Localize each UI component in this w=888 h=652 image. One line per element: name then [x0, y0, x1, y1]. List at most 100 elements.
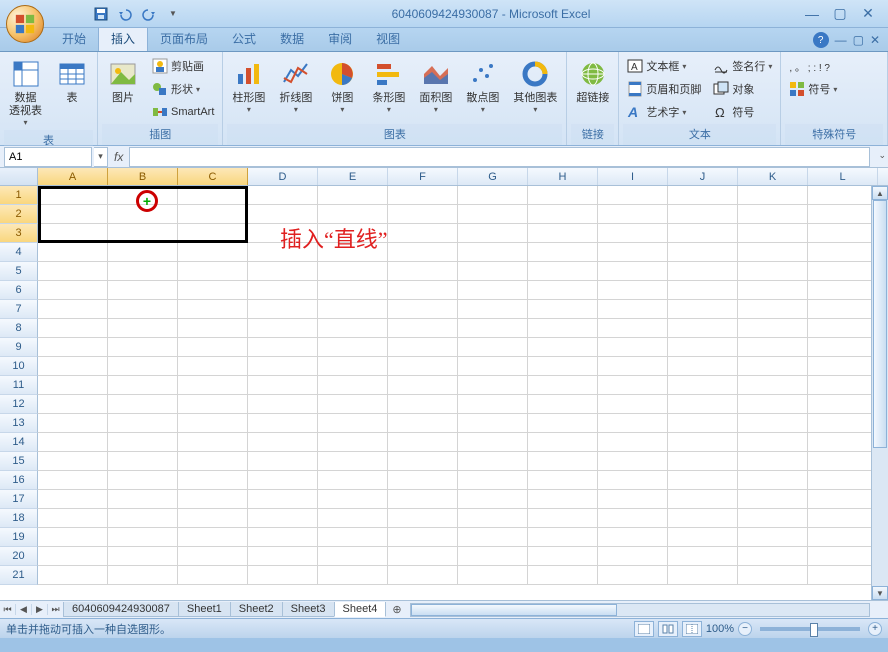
cell[interactable]	[458, 433, 528, 452]
cell[interactable]	[598, 414, 668, 433]
cell[interactable]	[668, 357, 738, 376]
row-header-5[interactable]: 5	[0, 262, 38, 281]
picture-button[interactable]: 图片	[102, 55, 144, 124]
page-break-view-button[interactable]	[682, 621, 702, 637]
cell[interactable]	[598, 281, 668, 300]
cell[interactable]	[248, 471, 318, 490]
cell[interactable]	[738, 528, 808, 547]
zoom-slider[interactable]	[760, 627, 860, 631]
tab-home[interactable]: 开始	[50, 26, 98, 51]
sheet-nav-next[interactable]: ▶	[32, 604, 48, 615]
cell[interactable]	[178, 224, 248, 243]
undo-icon[interactable]	[116, 5, 134, 23]
cell[interactable]	[528, 319, 598, 338]
cell[interactable]	[528, 186, 598, 205]
cell[interactable]	[38, 319, 108, 338]
cell[interactable]	[808, 243, 878, 262]
row-header-4[interactable]: 4	[0, 243, 38, 262]
cell[interactable]	[738, 205, 808, 224]
row-header-7[interactable]: 7	[0, 300, 38, 319]
cell[interactable]	[458, 490, 528, 509]
cell[interactable]	[668, 471, 738, 490]
symbol-button[interactable]: Ω符号	[709, 101, 776, 123]
cell[interactable]	[318, 528, 388, 547]
cell[interactable]	[598, 376, 668, 395]
cell[interactable]	[528, 490, 598, 509]
cell[interactable]	[808, 452, 878, 471]
cell[interactable]	[388, 395, 458, 414]
cell[interactable]	[808, 224, 878, 243]
doc-restore-icon[interactable]: ▢	[853, 33, 864, 47]
column-header-E[interactable]: E	[318, 168, 388, 185]
cell[interactable]	[178, 509, 248, 528]
cell[interactable]	[108, 528, 178, 547]
cell[interactable]	[38, 300, 108, 319]
cell[interactable]	[178, 319, 248, 338]
cell[interactable]	[528, 433, 598, 452]
cell[interactable]	[668, 205, 738, 224]
scatter-chart-button[interactable]: 散点图▾	[461, 55, 504, 124]
cell[interactable]	[388, 490, 458, 509]
page-layout-view-button[interactable]	[658, 621, 678, 637]
row-header-16[interactable]: 16	[0, 471, 38, 490]
cell[interactable]	[178, 528, 248, 547]
cell[interactable]	[388, 243, 458, 262]
tab-page-layout[interactable]: 页面布局	[148, 26, 220, 51]
cell[interactable]	[178, 243, 248, 262]
cell[interactable]	[668, 490, 738, 509]
cell[interactable]	[738, 224, 808, 243]
cell[interactable]	[808, 357, 878, 376]
cell[interactable]	[528, 281, 598, 300]
cell[interactable]	[528, 224, 598, 243]
column-header-F[interactable]: F	[388, 168, 458, 185]
normal-view-button[interactable]	[634, 621, 654, 637]
cell[interactable]	[108, 338, 178, 357]
cell[interactable]	[808, 566, 878, 585]
cell[interactable]	[108, 395, 178, 414]
cell[interactable]	[388, 357, 458, 376]
cell[interactable]	[738, 414, 808, 433]
cell[interactable]	[248, 186, 318, 205]
cell[interactable]	[598, 300, 668, 319]
cell[interactable]	[388, 338, 458, 357]
cell[interactable]	[38, 205, 108, 224]
cell[interactable]	[108, 566, 178, 585]
tab-insert[interactable]: 插入	[98, 25, 148, 51]
cell[interactable]	[458, 528, 528, 547]
cell[interactable]	[808, 490, 878, 509]
cell[interactable]	[808, 547, 878, 566]
cell[interactable]	[458, 319, 528, 338]
cell[interactable]	[458, 376, 528, 395]
cell[interactable]	[108, 262, 178, 281]
column-header-K[interactable]: K	[738, 168, 808, 185]
cell[interactable]	[528, 205, 598, 224]
cell[interactable]	[38, 414, 108, 433]
cell[interactable]	[318, 395, 388, 414]
wordart-button[interactable]: A艺术字▾	[623, 101, 705, 123]
cell[interactable]	[248, 300, 318, 319]
sheet-tab-Sheet3[interactable]: Sheet3	[282, 602, 335, 617]
cell[interactable]	[528, 471, 598, 490]
cell[interactable]	[668, 547, 738, 566]
cell[interactable]	[108, 490, 178, 509]
name-box-dropdown[interactable]: ▾	[94, 147, 108, 167]
cell[interactable]	[808, 376, 878, 395]
cell[interactable]	[248, 490, 318, 509]
column-header-I[interactable]: I	[598, 168, 668, 185]
cell[interactable]	[318, 490, 388, 509]
cell[interactable]	[248, 376, 318, 395]
row-header-17[interactable]: 17	[0, 490, 38, 509]
cell[interactable]	[318, 300, 388, 319]
cell[interactable]	[318, 186, 388, 205]
cell[interactable]	[38, 566, 108, 585]
cell[interactable]	[668, 528, 738, 547]
cell[interactable]	[598, 338, 668, 357]
cell[interactable]	[458, 205, 528, 224]
tab-review[interactable]: 审阅	[316, 26, 364, 51]
cell[interactable]	[318, 376, 388, 395]
doc-close-icon[interactable]: ✕	[870, 33, 880, 47]
cell[interactable]	[108, 357, 178, 376]
cell[interactable]	[668, 395, 738, 414]
cell[interactable]	[598, 224, 668, 243]
cell[interactable]	[528, 300, 598, 319]
